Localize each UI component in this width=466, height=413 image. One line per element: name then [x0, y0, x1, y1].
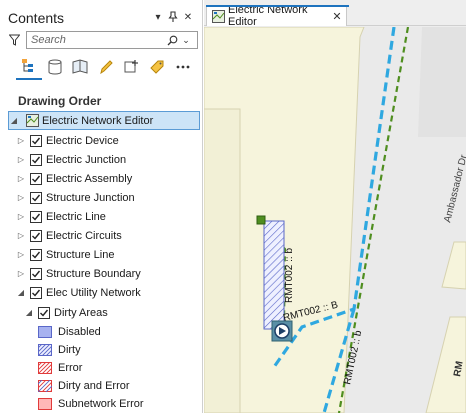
- legend-label: Error: [58, 362, 83, 374]
- layer-checkbox[interactable]: [30, 248, 42, 261]
- expand-icon[interactable]: ▷: [16, 231, 26, 241]
- map-drawing: Ambassador Dr RM RMT002 :: b RMT002 :: B…: [204, 27, 466, 413]
- sublayer-item[interactable]: ◢ Dirty Areas: [24, 303, 108, 322]
- legend-item-disabled: Disabled: [38, 324, 101, 340]
- contents-header: Contents ▾ ✕: [8, 8, 194, 28]
- legend-item-subnetwork-error: Subnetwork Error: [38, 396, 144, 412]
- legend-swatch: [38, 362, 52, 374]
- search-input[interactable]: [27, 32, 165, 48]
- expand-icon[interactable]: ▷: [16, 269, 26, 279]
- layer-item[interactable]: ▷ Electric Junction: [16, 150, 126, 169]
- chevron-down-icon[interactable]: ⌄: [179, 33, 193, 47]
- layer-label: Electric Circuits: [46, 229, 122, 242]
- list-by-drawing-order-icon[interactable]: [16, 54, 42, 80]
- layer-label: Structure Junction: [46, 191, 135, 204]
- list-by-selection-icon[interactable]: [67, 54, 93, 80]
- list-by-editing-icon[interactable]: [93, 54, 119, 80]
- layer-checkbox[interactable]: [30, 134, 42, 147]
- filter-icon[interactable]: [8, 33, 20, 47]
- legend-swatch: [38, 398, 52, 410]
- layer-label: Electric Assembly: [46, 172, 133, 185]
- search-icon[interactable]: [165, 33, 179, 47]
- map-name: Electric Network Editor: [42, 114, 154, 127]
- layer-item[interactable]: ◢ Elec Utility Network: [16, 283, 141, 302]
- more-icon[interactable]: [170, 54, 196, 80]
- legend-label: Disabled: [58, 326, 101, 338]
- layer-label: Structure Line: [46, 248, 115, 261]
- legend-item-dirty-and-error: Dirty and Error: [38, 378, 130, 394]
- view-tabbar: Electric Network Editor ✕: [204, 0, 466, 28]
- layer-label: Electric Line: [46, 210, 106, 223]
- list-by-data-source-icon[interactable]: [42, 54, 68, 80]
- map-icon: [211, 9, 225, 23]
- tab-label: Electric Network Editor: [228, 4, 308, 28]
- layer-checkbox[interactable]: [30, 267, 42, 280]
- expand-icon[interactable]: ▷: [16, 193, 26, 203]
- legend-item-error: Error: [38, 360, 82, 376]
- pane-title: Contents: [8, 10, 65, 26]
- layer-label: Electric Device: [46, 134, 119, 147]
- layer-label: Electric Junction: [46, 153, 127, 166]
- legend-swatch: [38, 344, 52, 356]
- junction-node[interactable]: [256, 215, 266, 225]
- tab-active-indicator: [206, 5, 349, 7]
- close-icon[interactable]: ✕: [331, 10, 343, 23]
- search-row: ⌄: [8, 31, 198, 49]
- pin-icon[interactable]: [167, 11, 179, 25]
- layer-checkbox[interactable]: [30, 229, 42, 242]
- search-box: ⌄: [26, 31, 198, 49]
- layer-item[interactable]: ▷ Electric Circuits: [16, 226, 122, 245]
- expand-icon[interactable]: ▷: [16, 174, 26, 184]
- layer-item[interactable]: ▷ Electric Line: [16, 207, 106, 226]
- legend-label: Subnetwork Error: [58, 398, 144, 410]
- legend-item-dirty: Dirty: [38, 342, 81, 358]
- layer-item[interactable]: ▷ Structure Boundary: [16, 264, 141, 283]
- layer-item[interactable]: ▷ Electric Device: [16, 131, 119, 150]
- expand-icon[interactable]: ▷: [16, 250, 26, 260]
- collapse-icon[interactable]: ◢: [16, 288, 26, 298]
- layer-item[interactable]: ▷ Structure Junction: [16, 188, 135, 207]
- layer-item[interactable]: ▷ Electric Assembly: [16, 169, 132, 188]
- collapse-icon[interactable]: ◢: [24, 308, 34, 318]
- legend-label: Dirty and Error: [58, 380, 130, 392]
- layer-item[interactable]: ▷ Structure Line: [16, 245, 114, 264]
- collapse-icon[interactable]: ◢: [9, 116, 19, 126]
- tab-map-view[interactable]: Electric Network Editor ✕: [206, 4, 349, 28]
- layer-checkbox[interactable]: [30, 286, 42, 299]
- parcel-west: [204, 108, 241, 413]
- map-icon: [25, 114, 39, 128]
- layer-checkbox[interactable]: [30, 153, 42, 166]
- sublayer-label: Dirty Areas: [54, 306, 108, 319]
- legend-label: Dirty: [58, 344, 81, 356]
- list-by-labeling-icon[interactable]: [145, 54, 171, 80]
- layer-checkbox[interactable]: [38, 306, 50, 319]
- map-canvas[interactable]: Ambassador Dr RM RMT002 :: b RMT002 :: B…: [204, 27, 466, 413]
- map-view: Electric Network Editor ✕ Ambassador Dr …: [204, 0, 466, 413]
- contents-toolbar: [16, 54, 196, 80]
- list-by-snapping-icon[interactable]: [119, 54, 145, 80]
- rmt-label-vertical: RMT002 :: b: [284, 248, 295, 303]
- tree-item-map[interactable]: ◢ Electric Network Editor: [8, 111, 200, 130]
- expand-icon[interactable]: ▷: [16, 136, 26, 146]
- section-title: Drawing Order: [18, 94, 102, 108]
- expand-icon[interactable]: ▷: [16, 155, 26, 165]
- block-northeast: [418, 27, 466, 137]
- layer-label: Structure Boundary: [46, 267, 141, 280]
- layer-checkbox[interactable]: [30, 191, 42, 204]
- pane-options-icon[interactable]: ▾: [152, 11, 164, 25]
- layer-checkbox[interactable]: [30, 172, 42, 185]
- layer-checkbox[interactable]: [30, 210, 42, 223]
- layer-label: Elec Utility Network: [46, 286, 141, 299]
- legend-swatch: [38, 326, 52, 338]
- contents-pane: Contents ▾ ✕ ⌄: [0, 0, 203, 413]
- close-icon[interactable]: ✕: [182, 11, 194, 25]
- expand-icon[interactable]: ▷: [16, 212, 26, 222]
- legend-swatch: [38, 380, 52, 392]
